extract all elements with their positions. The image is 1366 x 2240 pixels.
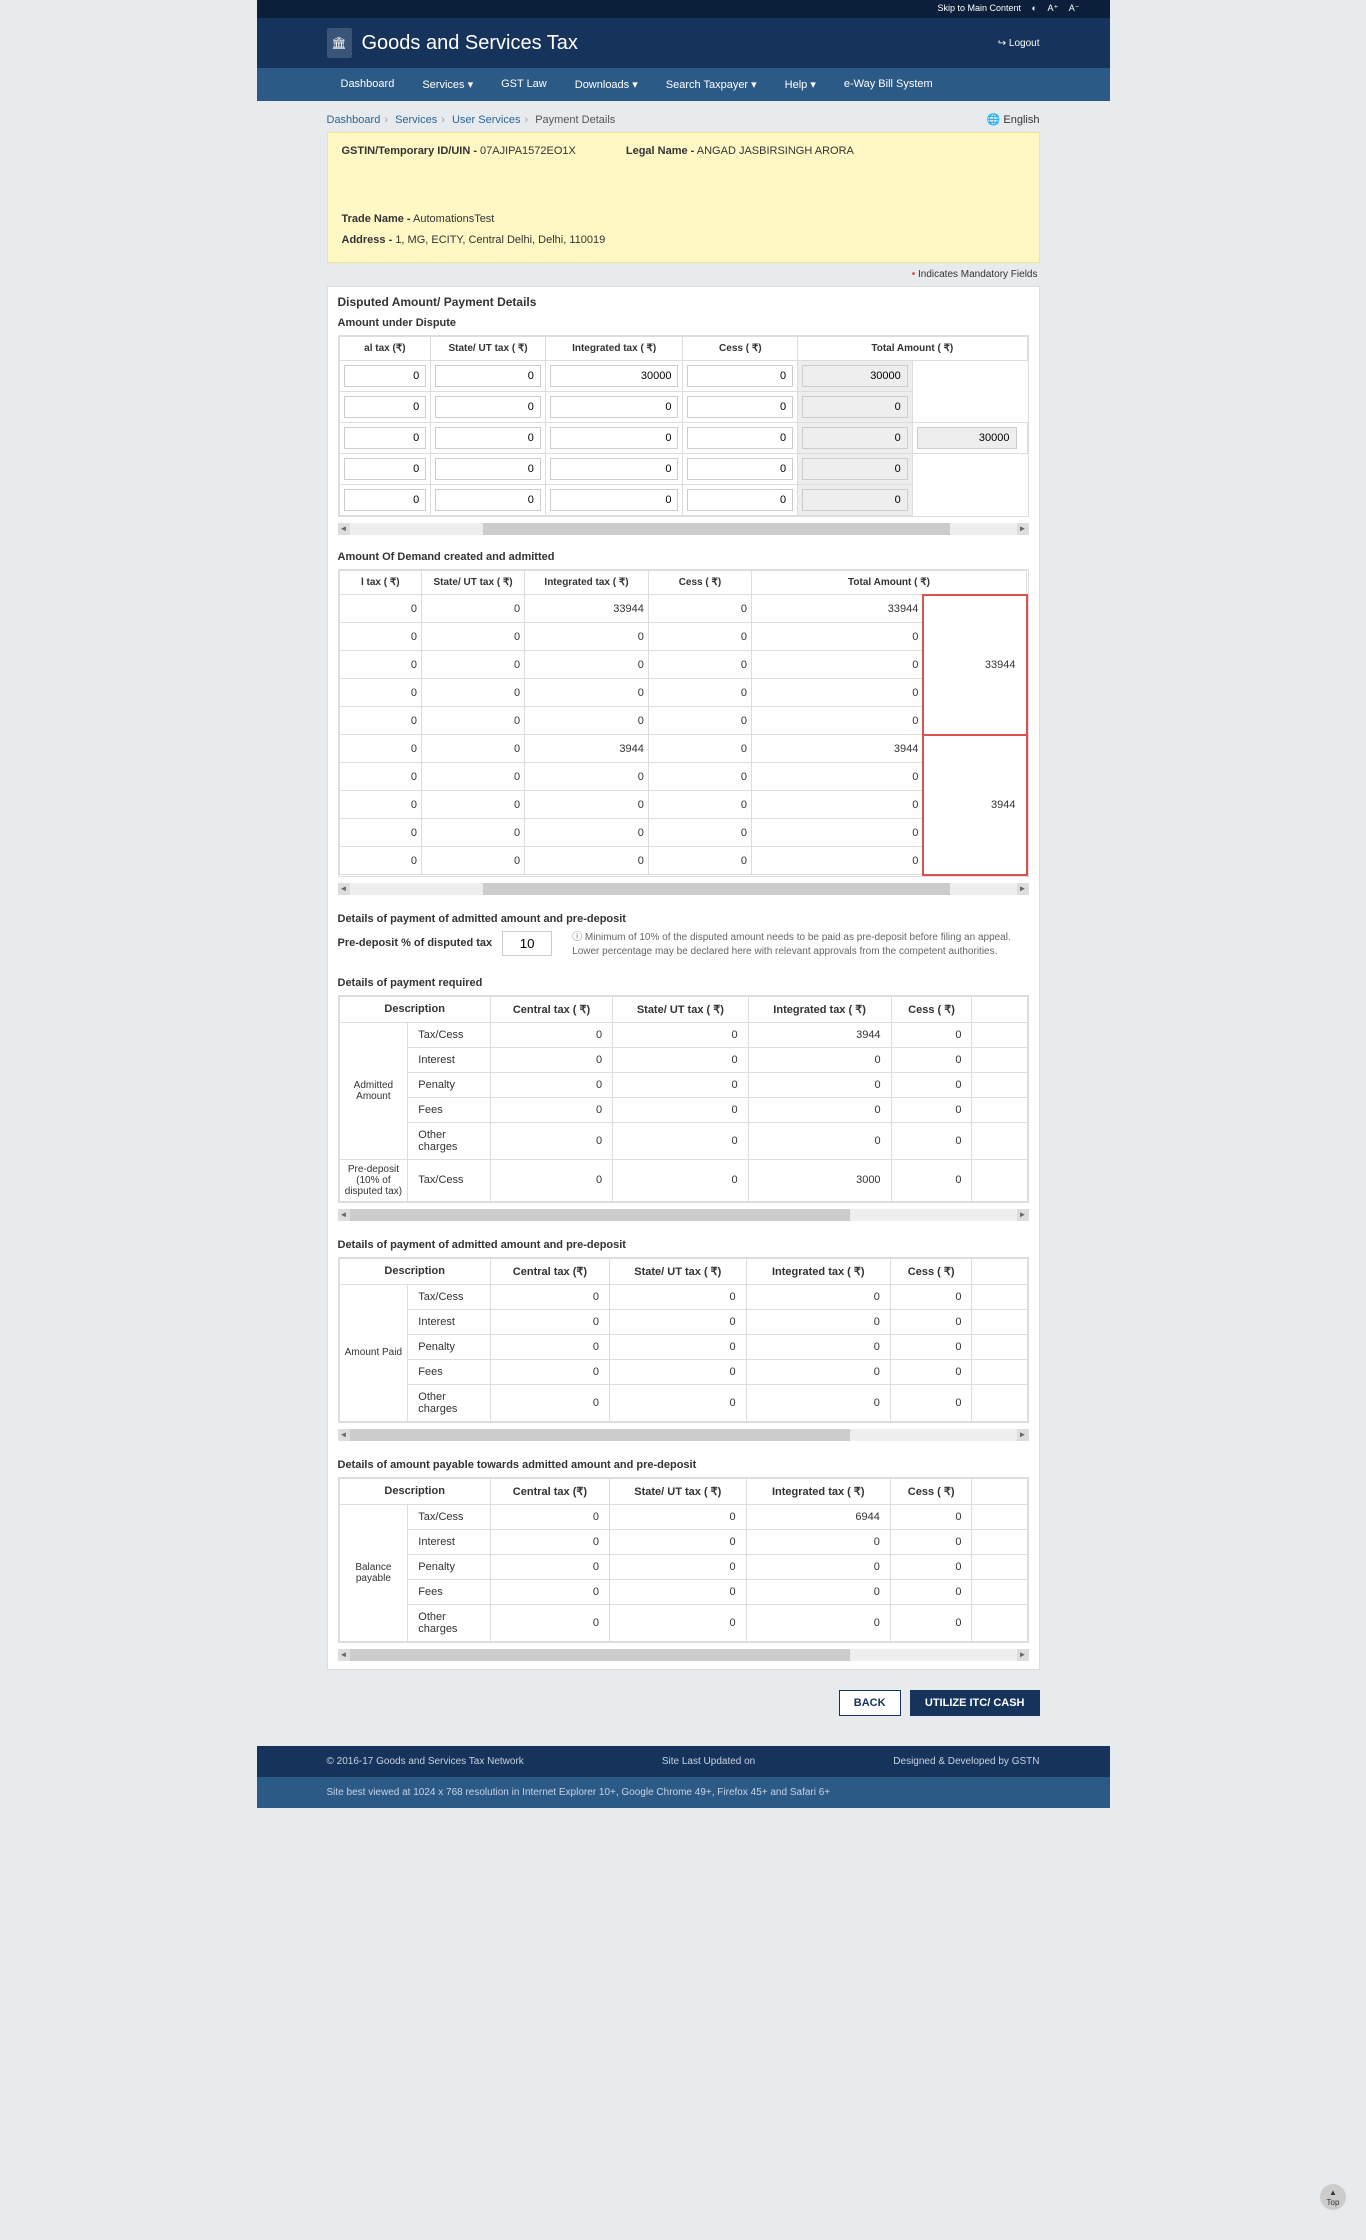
dispute-input[interactable] <box>435 365 541 387</box>
breadcrumb: Dashboard› Services› User Services› Paym… <box>327 109 1040 132</box>
lang-select[interactable]: 🌐 English <box>987 113 1040 126</box>
dispute-input[interactable] <box>344 458 427 480</box>
dispute-input[interactable] <box>344 365 427 387</box>
crumb-dashboard[interactable]: Dashboard <box>327 114 381 126</box>
back-button[interactable]: BACK <box>839 1690 901 1716</box>
payment-required-heading: Details of payment required <box>328 967 1039 995</box>
hscroll[interactable]: ◄► <box>338 1209 1029 1221</box>
font-minus[interactable]: A⁻ <box>1069 3 1080 13</box>
balance-payable-heading: Details of amount payable towards admitt… <box>328 1449 1039 1477</box>
disputed-amount-title: Disputed Amount/ Payment Details <box>328 287 1039 317</box>
nav-downloads[interactable]: Downloads ▾ <box>561 68 652 101</box>
site-title: Goods and Services Tax <box>362 32 578 55</box>
demand-created-subtitle: Amount Of Demand created and admitted <box>328 543 1039 569</box>
skip-link[interactable]: Skip to Main Content <box>937 3 1021 13</box>
scroll-top-button[interactable]: ▲Top <box>1320 2184 1346 2210</box>
utilize-itc-cash-button[interactable]: UTILIZE ITC/ CASH <box>910 1690 1040 1716</box>
hscroll[interactable]: ◄► <box>338 1649 1029 1661</box>
nav-gstlaw[interactable]: GST Law <box>487 68 561 101</box>
dispute-input[interactable] <box>550 458 679 480</box>
nav-search[interactable]: Search Taxpayer ▾ <box>652 68 771 101</box>
dispute-input[interactable] <box>344 427 427 449</box>
navbar: Dashboard Services ▾ GST Law Downloads ▾… <box>257 68 1110 101</box>
dispute-input[interactable] <box>344 396 427 418</box>
pd-input[interactable] <box>502 931 552 956</box>
demand-table: l tax ( ₹) State/ UT tax ( ₹) Integrated… <box>339 570 1028 876</box>
nav-dashboard[interactable]: Dashboard <box>327 68 409 101</box>
dispute-input[interactable] <box>344 489 427 511</box>
pre-deposit-heading: Details of payment of admitted amount an… <box>328 903 1039 931</box>
dispute-input[interactable] <box>550 427 679 449</box>
crumb-services[interactable]: Services <box>395 114 437 126</box>
dispute-input[interactable] <box>435 489 541 511</box>
nav-eway[interactable]: e-Way Bill System <box>830 68 947 101</box>
pd-note: ⓘ Minimum of 10% of the disputed amount … <box>572 931 1028 959</box>
font-plus[interactable]: A⁺ <box>1047 3 1058 13</box>
contrast-icon[interactable]: ◐ <box>1032 3 1037 13</box>
nav-help[interactable]: Help ▾ <box>771 68 830 101</box>
dispute-input[interactable] <box>687 365 793 387</box>
nav-services[interactable]: Services ▾ <box>408 68 487 101</box>
hscroll[interactable]: ◄► <box>338 883 1029 895</box>
emblem-icon: 🏛 <box>327 28 352 58</box>
dispute-input[interactable] <box>687 396 793 418</box>
logout-link[interactable]: ↪ Logout <box>998 38 1040 49</box>
amount-paid-heading: Details of payment of admitted amount an… <box>328 1229 1039 1257</box>
amount-under-dispute-subtitle: Amount under Dispute <box>328 317 1039 335</box>
dispute-input[interactable] <box>550 365 679 387</box>
dispute-input[interactable] <box>687 427 793 449</box>
header: 🏛 Goods and Services Tax ↪ Logout <box>257 18 1110 68</box>
hscroll[interactable]: ◄► <box>338 1429 1029 1441</box>
entity-info-box: GSTIN/Temporary ID/UIN - 07AJIPA1572EO1X… <box>327 132 1040 263</box>
dispute-input[interactable] <box>687 489 793 511</box>
crumb-user-services[interactable]: User Services <box>452 114 520 126</box>
topbar: Skip to Main Content ◐ A⁺ A⁻ <box>257 0 1110 18</box>
dispute-input[interactable] <box>435 396 541 418</box>
dispute-input[interactable] <box>435 427 541 449</box>
balance-payable-table: Description Central tax (₹)State/ UT tax… <box>339 1478 1028 1642</box>
footer-viewport-note: Site best viewed at 1024 x 768 resolutio… <box>257 1777 1110 1808</box>
amount-paid-table: Description Central tax (₹)State/ UT tax… <box>339 1258 1028 1422</box>
hscroll[interactable]: ◄► <box>338 523 1029 535</box>
dispute-table: al tax (₹) State/ UT tax ( ₹) Integrated… <box>339 336 1028 516</box>
dispute-input[interactable] <box>435 458 541 480</box>
dispute-input[interactable] <box>687 458 793 480</box>
mandatory-note: • Indicates Mandatory Fields <box>327 263 1040 286</box>
crumb-current: Payment Details <box>535 114 615 126</box>
pd-label: Pre-deposit % of disputed tax <box>338 937 493 949</box>
dispute-input[interactable] <box>550 396 679 418</box>
footer: © 2016-17 Goods and Services Tax Network… <box>257 1746 1110 1777</box>
dispute-input[interactable] <box>550 489 679 511</box>
payment-required-table: Description Central tax ( ₹)State/ UT ta… <box>339 996 1028 1202</box>
